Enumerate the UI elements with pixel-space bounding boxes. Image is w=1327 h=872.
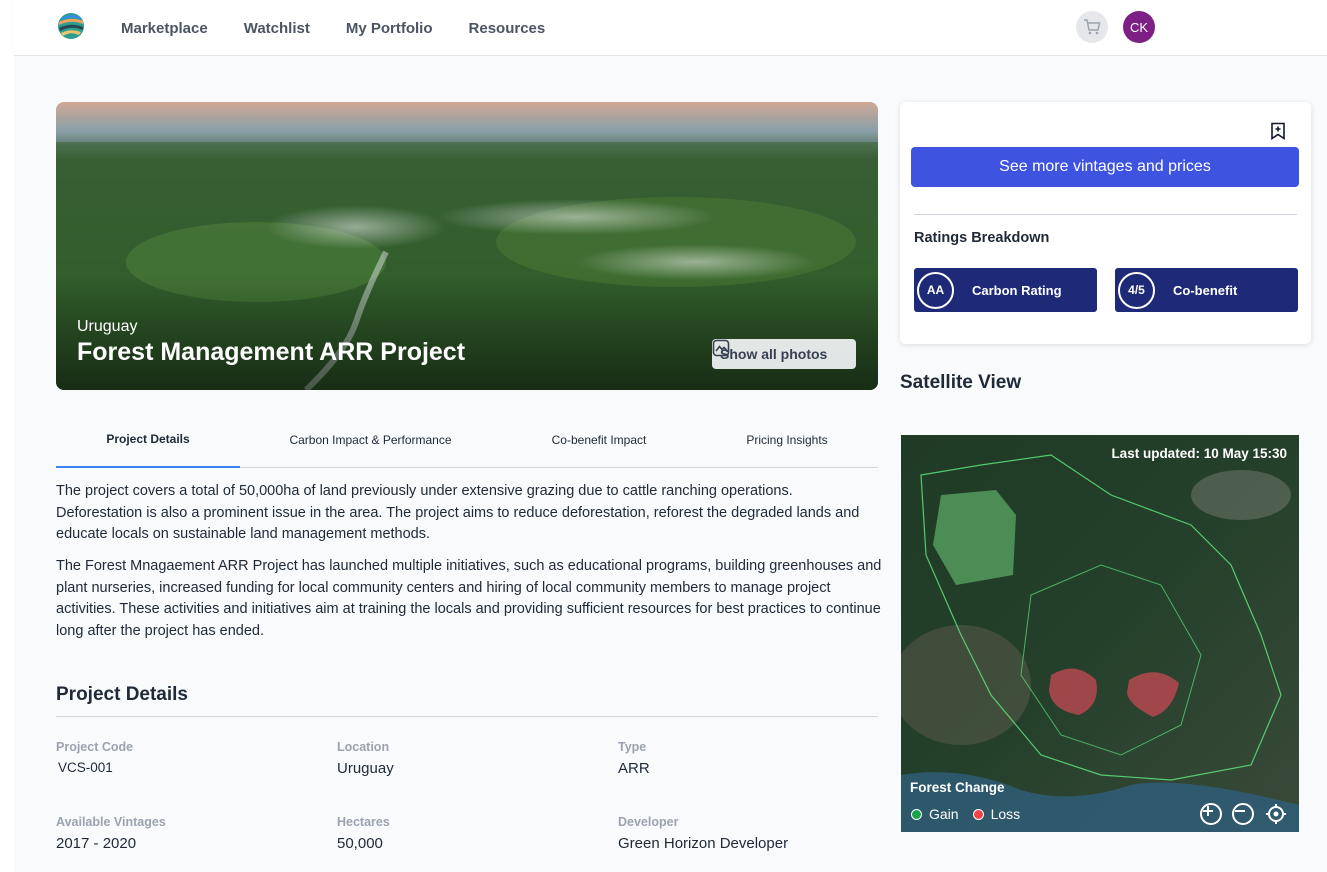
detail-label: Project Code	[56, 740, 134, 754]
detail-label: Type	[618, 740, 647, 754]
satellite-view-title: Satellite View	[900, 372, 1022, 393]
map-last-updated: Last updated: 10 May 15:30	[1111, 446, 1287, 461]
detail-label: Hectares	[337, 815, 390, 829]
see-vintages-button[interactable]: See more vintages and prices	[911, 147, 1299, 187]
show-all-photos-label: Show all photos	[720, 346, 828, 362]
description-paragraph: The project covers a total of 50,000ha o…	[56, 483, 860, 542]
satellite-image	[901, 435, 1299, 832]
legend-loss-label: Loss	[990, 806, 1021, 822]
avatar[interactable]: CK	[1123, 11, 1155, 43]
detail-location: Location Uruguay	[337, 740, 394, 777]
nav-my-portfolio[interactable]: My Portfolio	[346, 20, 433, 37]
plus-icon	[1203, 806, 1213, 816]
project-tabs: Project Details Carbon Impact & Performa…	[56, 412, 878, 468]
detail-value: VCS-001	[58, 760, 113, 775]
minus-icon	[1235, 810, 1245, 812]
ratings-breakdown-title: Ratings Breakdown	[914, 230, 1050, 246]
detail-value: 50,000	[337, 835, 383, 852]
detail-value: Green Horizon Developer	[618, 835, 789, 852]
map-legend: Gain Loss	[911, 806, 1020, 822]
nav-resources[interactable]: Resources	[469, 20, 546, 37]
project-details-heading: Project Details	[56, 684, 188, 705]
legend-gain-label: Gain	[929, 806, 959, 822]
purchase-card: See more vintages and prices Ratings Bre…	[900, 102, 1311, 344]
nav-watchlist[interactable]: Watchlist	[244, 20, 310, 37]
hero-banner: Uruguay Forest Management ARR Project Sh…	[56, 102, 878, 390]
carbon-rating-badge[interactable]: AA Carbon Rating	[914, 268, 1097, 312]
divider	[56, 716, 878, 717]
detail-value: ARR	[618, 760, 650, 777]
detail-label: Available Vintages	[56, 815, 166, 829]
co-benefit-rating-badge[interactable]: 4/5 Co-benefit	[1115, 268, 1298, 312]
detail-developer: Developer Green Horizon Developer	[618, 815, 788, 852]
rating-score: 4/5	[1118, 271, 1155, 309]
satellite-map[interactable]: Last updated: 10 May 15:30 Forest Change…	[901, 435, 1299, 832]
tab-pricing-insights[interactable]: Pricing Insights	[716, 412, 858, 468]
detail-type: Type ARR	[618, 740, 650, 777]
globe-logo-icon[interactable]	[57, 12, 85, 40]
rating-label: Carbon Rating	[972, 282, 1062, 298]
detail-project-code: Project Code VCS-001	[56, 740, 133, 775]
zoom-in-button[interactable]	[1200, 803, 1222, 825]
page-title: Forest Management ARR Project	[77, 338, 466, 366]
loss-swatch	[972, 808, 984, 820]
map-legend-title: Forest Change	[910, 780, 1005, 795]
detail-label: Developer	[618, 815, 679, 829]
cart-icon	[1084, 19, 1101, 35]
locate-button[interactable]	[1265, 803, 1287, 825]
gallery-icon	[712, 339, 730, 357]
detail-value: 2017 - 2020	[56, 835, 137, 852]
tab-project-details[interactable]: Project Details	[56, 412, 240, 468]
tab-carbon-impact[interactable]: Carbon Impact & Performance	[258, 412, 483, 468]
bookmark-add-icon[interactable]	[1270, 122, 1286, 140]
show-all-photos-button[interactable]: Show all photos	[712, 339, 856, 369]
detail-label: Location	[337, 740, 390, 754]
gain-swatch	[911, 808, 922, 820]
rating-score: AA	[917, 271, 954, 309]
top-nav: Marketplace Watchlist My Portfolio Resou…	[14, 0, 1327, 56]
detail-hectares: Hectares 50,000	[337, 815, 390, 852]
rating-label: Co-benefit	[1173, 282, 1238, 298]
description-paragraph: The Forest Mnagaement ARR Project has la…	[56, 558, 882, 639]
detail-value: Uruguay	[337, 760, 394, 777]
hero-country: Uruguay	[77, 318, 138, 335]
cart-button[interactable]	[1076, 11, 1108, 43]
tab-co-benefit-impact[interactable]: Co-benefit Impact	[516, 412, 682, 468]
divider	[914, 214, 1297, 215]
detail-available-vintages: Available Vintages 2017 - 2020	[56, 815, 166, 852]
nav-marketplace[interactable]: Marketplace	[121, 20, 208, 37]
zoom-out-button[interactable]	[1232, 803, 1254, 825]
locate-icon	[1266, 804, 1286, 824]
